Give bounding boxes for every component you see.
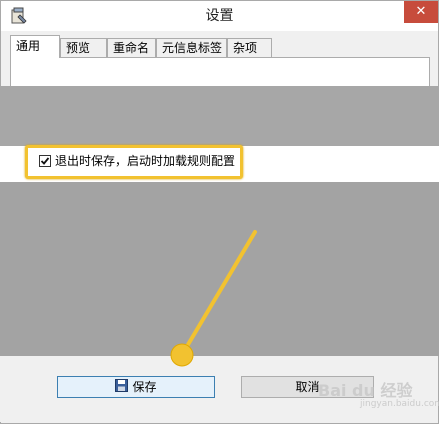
- blurred-region: [0, 86, 439, 146]
- checkmark-icon: [40, 157, 50, 165]
- save-on-exit-label: 退出时保存，启动时加载规则配置: [55, 154, 236, 168]
- tab-general[interactable]: 通用: [10, 35, 60, 58]
- tab-rename[interactable]: 重命名: [107, 38, 156, 57]
- save-on-exit-checkbox[interactable]: [39, 155, 51, 167]
- save-button-label: 保存: [132, 380, 157, 394]
- tab-misc[interactable]: 杂项: [227, 38, 272, 57]
- watermark-url: jingyan.baidu.com: [360, 399, 439, 409]
- window-title: 设置: [205, 8, 234, 24]
- close-icon: ✕: [415, 4, 427, 19]
- blurred-region-lower: [0, 182, 439, 356]
- save-button[interactable]: 保存: [57, 376, 215, 398]
- tab-metadata-tags[interactable]: 元信息标签: [156, 38, 227, 57]
- close-button[interactable]: ✕: [404, 1, 438, 23]
- watermark-logo: Bai du 经验: [318, 381, 413, 400]
- tab-preview[interactable]: 预览: [60, 38, 107, 57]
- highlight-box: 退出时保存，启动时加载规则配置: [25, 145, 243, 179]
- title-bar: 设置 ✕: [1, 1, 438, 31]
- floppy-disk-icon: [115, 378, 129, 398]
